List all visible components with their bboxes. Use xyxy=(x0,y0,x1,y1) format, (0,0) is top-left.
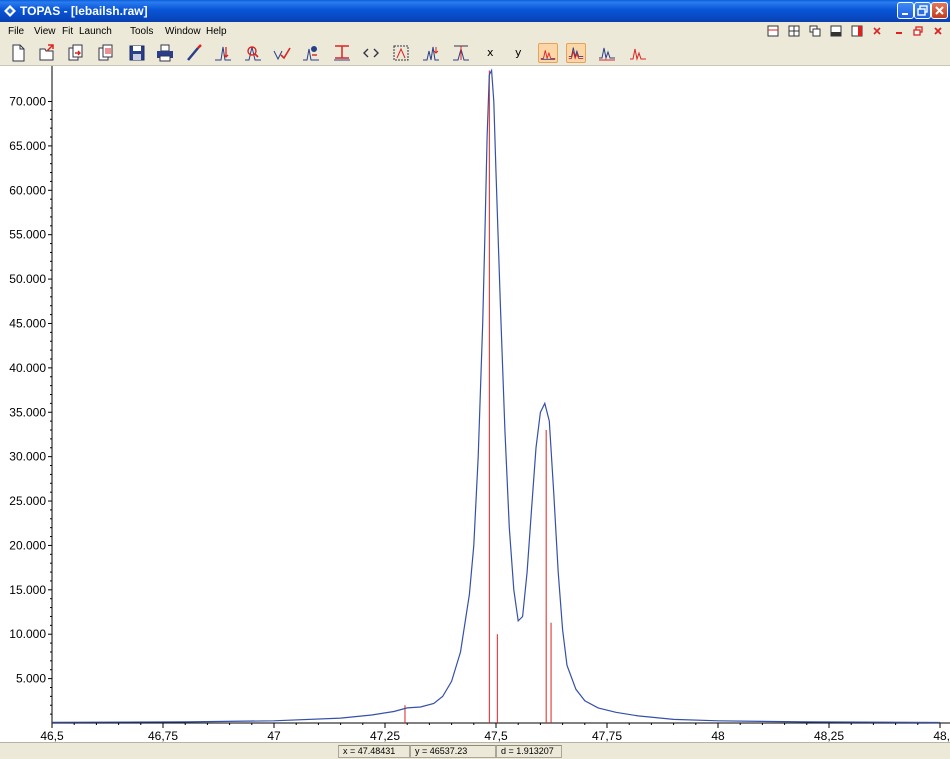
y-tick-label: 15.000 xyxy=(9,583,46,597)
restore-icon xyxy=(917,5,928,16)
mdi-minimize-icon[interactable] xyxy=(893,25,905,37)
y-tick-label: 50.000 xyxy=(9,272,46,286)
close-all-icon[interactable] xyxy=(871,25,883,37)
y-tick-label: 55.000 xyxy=(9,228,46,242)
y-tick-label: 10.000 xyxy=(9,627,46,641)
series-line xyxy=(51,68,941,724)
topas-app-icon xyxy=(4,5,16,17)
y-tick-label: 5.000 xyxy=(16,672,46,686)
menu-bar: File View Fit Launch Tools Window Help xyxy=(0,22,950,40)
print-icon[interactable] xyxy=(155,43,175,63)
x-tick-label: 46,5 xyxy=(40,729,64,742)
wand-icon[interactable] xyxy=(184,43,204,63)
title-bar: TOPAS - [lebailsh.raw] xyxy=(0,0,950,22)
chart-panel[interactable]: 5.000 10.000 15.000 20.000 25.000 30.000 35.00… xyxy=(0,66,950,742)
status-d-value: d = 1.913207 xyxy=(496,745,562,758)
y-tick-label: 70.000 xyxy=(9,95,46,109)
layout-tile-v-icon[interactable] xyxy=(851,25,863,37)
y-tick-label: 45.000 xyxy=(9,316,46,330)
x-tick-label: 48, xyxy=(933,729,950,742)
minimize-button[interactable] xyxy=(897,2,914,19)
pattern-view-4-icon[interactable] xyxy=(628,43,648,63)
topas-window: TOPAS - [lebailsh.raw] File View Fit Lau… xyxy=(0,0,950,759)
series-group xyxy=(51,68,941,724)
y-tick-label: 35.000 xyxy=(9,405,46,419)
peak-edit-icon[interactable] xyxy=(451,43,471,63)
layout-grid-icon[interactable] xyxy=(788,25,800,37)
peak-search-icon[interactable] xyxy=(213,43,233,63)
menu-fit[interactable]: Fit xyxy=(62,25,73,38)
close-button[interactable] xyxy=(931,2,948,19)
x-tick-label: 47,75 xyxy=(592,729,622,742)
status-y-value: y = 46537.23 xyxy=(410,745,496,758)
import-icon[interactable] xyxy=(66,43,86,63)
menu-view[interactable]: View xyxy=(34,25,56,38)
pattern-view-2-icon[interactable] xyxy=(566,43,586,63)
menu-launch[interactable]: Launch xyxy=(79,25,112,38)
status-x-value: x = 47.48431 xyxy=(338,745,410,758)
x-tick-label: 48 xyxy=(711,729,725,742)
peak-down-icon[interactable] xyxy=(421,43,441,63)
y-tick-label: 60.000 xyxy=(9,183,46,197)
menu-help[interactable]: Help xyxy=(206,25,227,38)
open-file-icon[interactable] xyxy=(37,43,57,63)
background-icon[interactable] xyxy=(332,43,352,63)
y-axis-toggle[interactable]: y xyxy=(515,46,522,59)
minimize-icon xyxy=(902,13,908,15)
x-tick-label: 47 xyxy=(267,729,281,742)
layout-tile-h-icon[interactable] xyxy=(830,25,842,37)
status-bar: x = 47.48431 y = 46537.23 d = 1.913207 xyxy=(0,742,950,759)
y-tick-label: 25.000 xyxy=(9,494,46,508)
menu-file[interactable]: File xyxy=(8,25,24,38)
x-axis-toggle[interactable]: x xyxy=(487,46,494,59)
y-tick-label: 20.000 xyxy=(9,538,46,552)
fit-run-icon[interactable] xyxy=(301,43,321,63)
menu-window[interactable]: Window xyxy=(165,25,201,38)
pattern-view-3-icon[interactable] xyxy=(597,43,617,63)
diffraction-pattern-chart[interactable]: 5.000 10.000 15.000 20.000 25.000 30.000 35.00… xyxy=(0,66,950,742)
restore-button[interactable] xyxy=(914,2,931,19)
x-tick-label: 48,25 xyxy=(814,729,844,742)
y-tick-label: 30.000 xyxy=(9,450,46,464)
new-file-icon[interactable] xyxy=(8,43,28,63)
x-tick-label: 47,5 xyxy=(484,729,508,742)
x-tick-label: 46,75 xyxy=(148,729,178,742)
reflection-markers xyxy=(404,70,552,723)
layout-cascade-icon[interactable] xyxy=(809,25,821,37)
y-tick-label: 65.000 xyxy=(9,139,46,153)
peak-check-icon[interactable] xyxy=(272,43,292,63)
zoom-fit-icon[interactable] xyxy=(391,43,411,63)
mdi-restore-icon[interactable] xyxy=(912,25,924,37)
mdi-close-icon[interactable] xyxy=(932,25,944,37)
menu-tools[interactable]: Tools xyxy=(130,25,153,38)
x-tick-label: 47,25 xyxy=(370,729,400,742)
save-icon[interactable] xyxy=(127,43,147,63)
close-icon xyxy=(935,6,944,15)
peak-zoom-icon[interactable] xyxy=(243,43,263,63)
export-icon[interactable] xyxy=(96,43,116,63)
window-title: TOPAS - [lebailsh.raw] xyxy=(20,4,148,18)
y-tick-label: 40.000 xyxy=(9,361,46,375)
code-icon[interactable] xyxy=(361,43,381,63)
toolbar: x y xyxy=(0,40,950,66)
layout-horizontal-icon[interactable] xyxy=(767,25,779,37)
pattern-view-1-icon[interactable] xyxy=(538,43,558,63)
